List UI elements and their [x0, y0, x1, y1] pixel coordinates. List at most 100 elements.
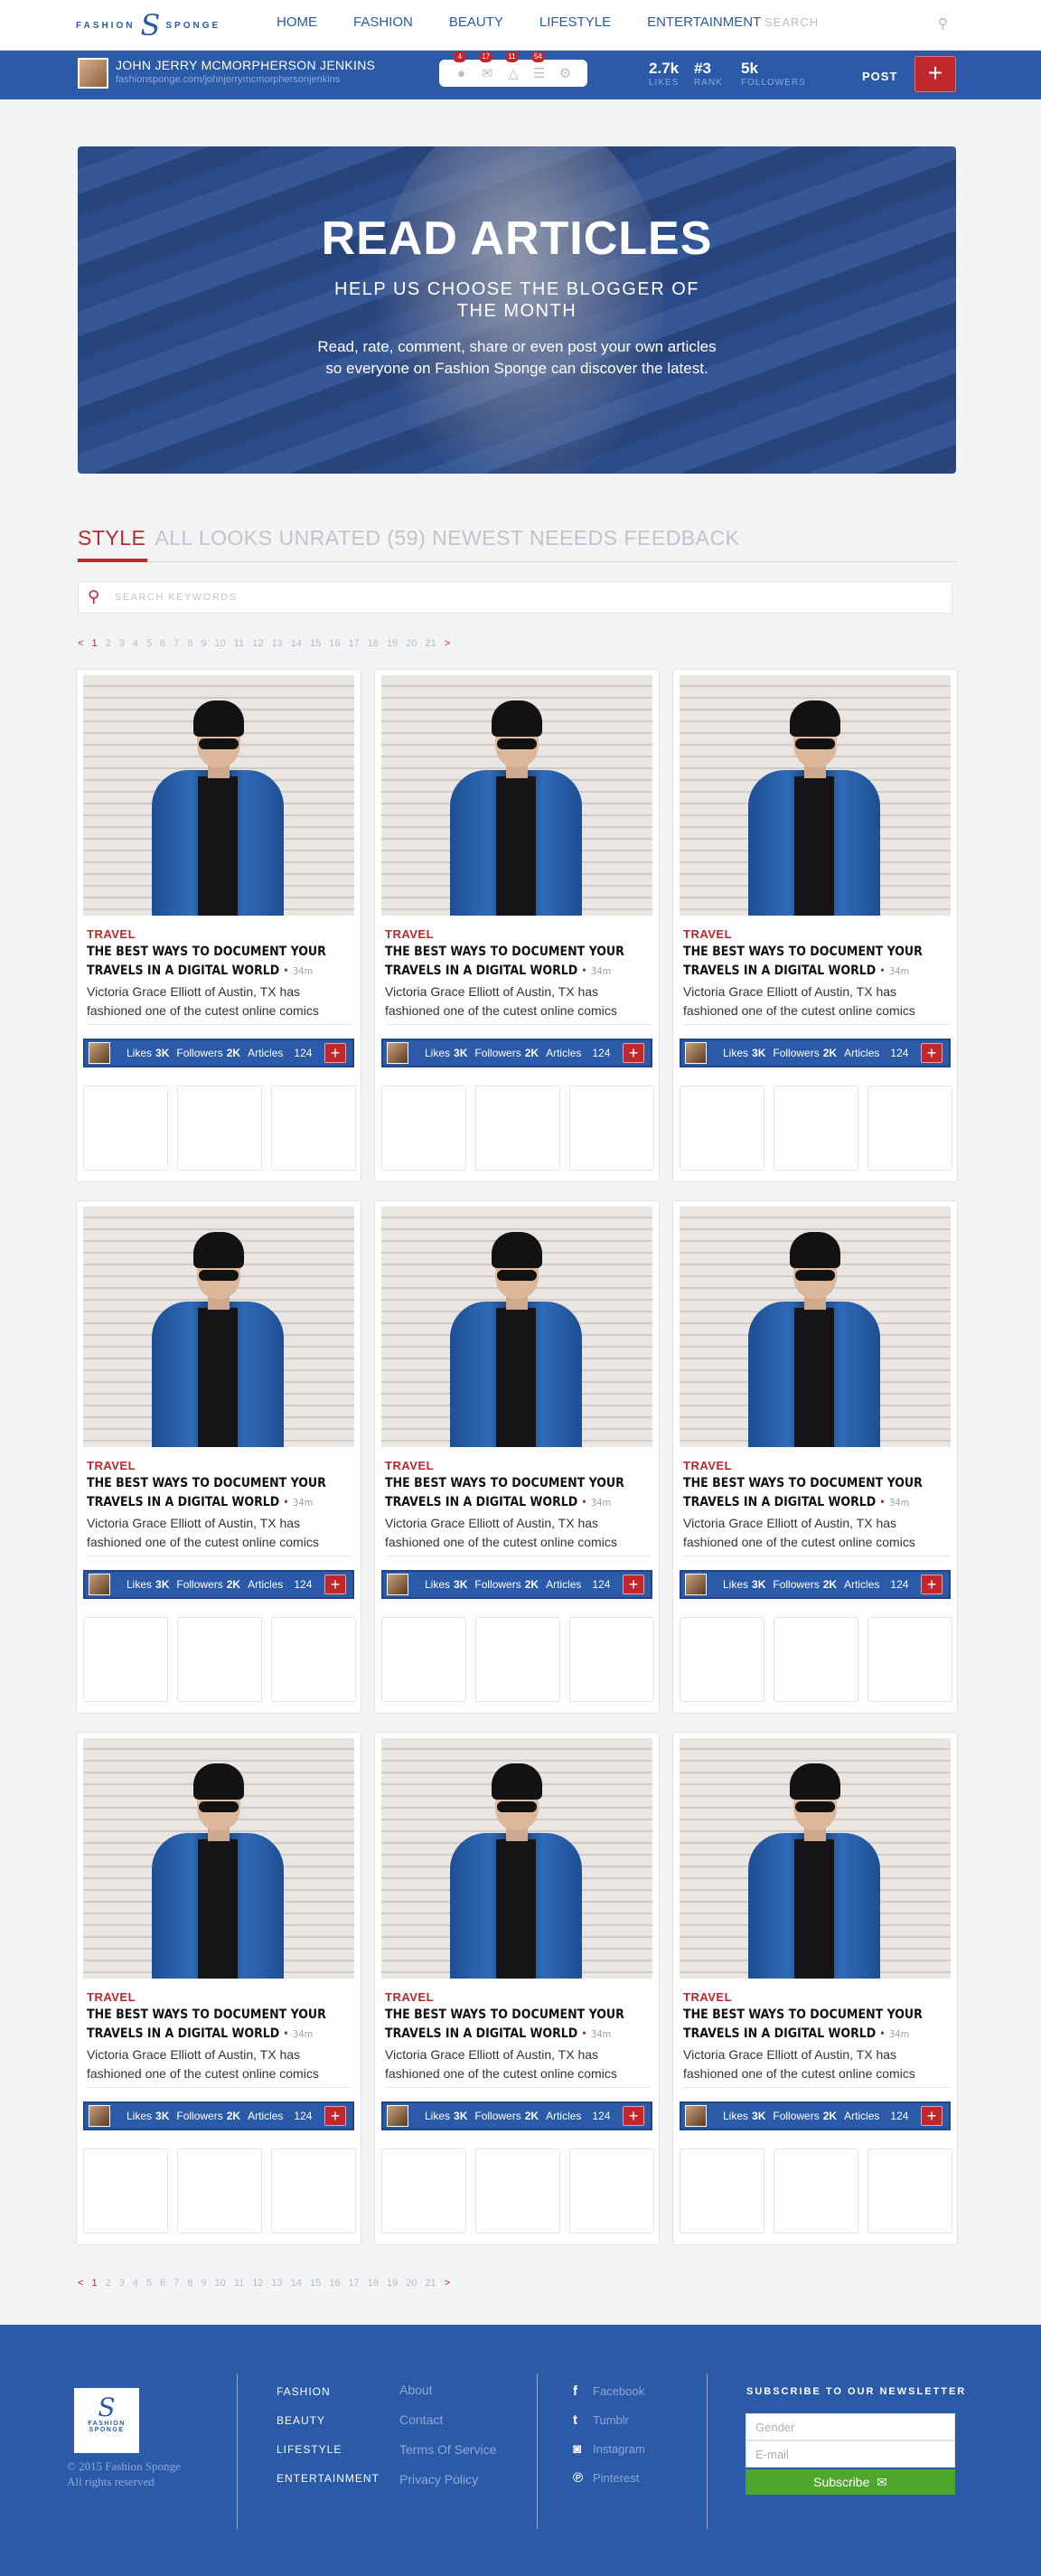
article-photo[interactable] — [83, 1738, 354, 1979]
article-category[interactable]: TRAVEL — [683, 1459, 732, 1472]
article-card[interactable]: TRAVEL THE BEST WAYS TO DOCUMENT YOUR TR… — [76, 669, 361, 1182]
footer-link-about[interactable]: About — [399, 2375, 496, 2405]
article-category[interactable]: TRAVEL — [385, 927, 434, 941]
post-button[interactable]: + — [914, 56, 956, 92]
thumbnail-slot[interactable] — [475, 1086, 560, 1170]
pagination-page[interactable]: 6 — [160, 638, 165, 649]
thumbnail-slot[interactable] — [475, 1617, 560, 1702]
article-title[interactable]: THE BEST WAYS TO DOCUMENT YOUR TRAVELS I… — [385, 2006, 652, 2044]
thumbnail-slot[interactable] — [381, 1617, 466, 1702]
search-icon[interactable]: ⚲ — [88, 588, 99, 606]
article-photo[interactable] — [680, 1207, 951, 1447]
article-category[interactable]: TRAVEL — [87, 1459, 136, 1472]
search-icon[interactable]: ⚲ — [938, 15, 949, 32]
thumbnail-slot[interactable] — [271, 1617, 356, 1702]
nav-lifestyle[interactable]: LIFESTYLE — [539, 14, 611, 30]
pagination-page[interactable]: 6 — [160, 2278, 165, 2289]
article-photo[interactable] — [381, 675, 652, 916]
thumbnail-slot[interactable] — [475, 2148, 560, 2233]
pagination-page[interactable]: 14 — [291, 638, 302, 649]
pagination-page[interactable]: 3 — [119, 638, 125, 649]
pagination-page[interactable]: 1 — [91, 2278, 97, 2289]
article-photo[interactable] — [381, 1207, 652, 1447]
article-category[interactable]: TRAVEL — [385, 1990, 434, 2004]
site-logo[interactable]: FASHION S SPONGE — [76, 9, 220, 42]
article-card[interactable]: TRAVEL THE BEST WAYS TO DOCUMENT YOUR TR… — [672, 1200, 958, 1714]
author-avatar[interactable] — [685, 1574, 707, 1595]
thumbnail-slot[interactable] — [177, 1086, 262, 1170]
article-photo[interactable] — [381, 1738, 652, 1979]
follow-button[interactable]: + — [623, 1575, 644, 1594]
pagination-page[interactable]: 8 — [187, 638, 192, 649]
pagination-page[interactable]: 7 — [174, 2278, 179, 2289]
pagination-page[interactable]: 2 — [106, 638, 111, 649]
author-avatar[interactable] — [89, 2105, 110, 2127]
footer-pinterest[interactable]: ℗ Pinterest — [573, 2464, 645, 2493]
article-title[interactable]: THE BEST WAYS TO DOCUMENT YOUR TRAVELS I… — [385, 943, 652, 981]
author-avatar[interactable] — [685, 1042, 707, 1064]
thumbnail-slot[interactable] — [177, 2148, 262, 2233]
email-field[interactable]: E-mail — [746, 2440, 955, 2468]
nav-home[interactable]: HOME — [277, 14, 317, 30]
author-avatar[interactable] — [387, 2105, 408, 2127]
article-title[interactable]: THE BEST WAYS TO DOCUMENT YOUR TRAVELS I… — [87, 943, 354, 981]
thumbnail-slot[interactable] — [381, 2148, 466, 2233]
pagination-page[interactable]: 10 — [215, 2278, 226, 2289]
follow-button[interactable]: + — [921, 2106, 943, 2126]
gear-icon[interactable]: ⚙ — [558, 65, 574, 81]
footer-facebook[interactable]: f Facebook — [573, 2377, 645, 2406]
pagination-page[interactable]: 19 — [387, 638, 398, 649]
footer-link-entertainment[interactable]: ENTERTAINMENT — [277, 2464, 380, 2493]
pagination-page[interactable]: 20 — [406, 2278, 417, 2289]
article-card[interactable]: TRAVEL THE BEST WAYS TO DOCUMENT YOUR TR… — [374, 669, 660, 1182]
pagination-prev[interactable]: < — [78, 2278, 83, 2289]
author-avatar[interactable] — [89, 1042, 110, 1064]
thumbnail-slot[interactable] — [271, 1086, 356, 1170]
follow-button[interactable]: + — [623, 2106, 644, 2126]
pagination-prev[interactable]: < — [78, 638, 83, 649]
pagination-page[interactable]: 18 — [368, 638, 379, 649]
footer-link-fashion[interactable]: FASHION — [277, 2377, 380, 2406]
thumbnail-slot[interactable] — [868, 2148, 952, 2233]
people-icon[interactable]: △ 11 — [504, 52, 521, 81]
pagination-page[interactable]: 9 — [201, 638, 206, 649]
pagination-page[interactable]: 4 — [133, 2278, 138, 2289]
author-avatar[interactable] — [89, 1574, 110, 1595]
thumbnail-slot[interactable] — [83, 2148, 168, 2233]
pagination-page[interactable]: 11 — [234, 638, 244, 649]
pagination-page[interactable]: 13 — [271, 2278, 282, 2289]
pagination-page[interactable]: 13 — [271, 638, 282, 649]
article-card[interactable]: TRAVEL THE BEST WAYS TO DOCUMENT YOUR TR… — [374, 1732, 660, 2245]
nav-entertainment[interactable]: ENTERTAINMENT — [647, 14, 761, 30]
profile-url[interactable]: fashionsponge.com/johnjerrymcmorphersonj… — [116, 74, 340, 85]
article-category[interactable]: TRAVEL — [385, 1459, 434, 1472]
article-category[interactable]: TRAVEL — [683, 927, 732, 941]
pagination-page[interactable]: 12 — [252, 2278, 263, 2289]
post-label[interactable]: POST — [862, 70, 897, 83]
article-category[interactable]: TRAVEL — [683, 1990, 732, 2004]
article-photo[interactable] — [680, 675, 951, 916]
article-category[interactable]: TRAVEL — [87, 1990, 136, 2004]
pagination-page[interactable]: 17 — [348, 638, 359, 649]
footer-logo[interactable]: S FASHION SPONGE — [74, 2388, 139, 2453]
article-photo[interactable] — [83, 675, 354, 916]
pagination-page[interactable]: 3 — [119, 2278, 125, 2289]
follow-button[interactable]: + — [324, 2106, 346, 2126]
pagination-page[interactable]: 8 — [187, 2278, 192, 2289]
thumbnail-slot[interactable] — [868, 1086, 952, 1170]
pagination-page[interactable]: 1 — [91, 638, 97, 649]
nav-fashion[interactable]: FASHION — [353, 14, 413, 30]
footer-link-lifestyle[interactable]: LIFESTYLE — [277, 2435, 380, 2464]
article-title[interactable]: THE BEST WAYS TO DOCUMENT YOUR TRAVELS I… — [683, 943, 951, 981]
pagination-page[interactable]: 16 — [329, 638, 340, 649]
article-category[interactable]: TRAVEL — [87, 927, 136, 941]
subscribe-button[interactable]: Subscribe ✉ — [746, 2469, 955, 2495]
article-title[interactable]: THE BEST WAYS TO DOCUMENT YOUR TRAVELS I… — [87, 1474, 354, 1512]
article-card[interactable]: TRAVEL THE BEST WAYS TO DOCUMENT YOUR TR… — [76, 1732, 361, 2245]
author-avatar[interactable] — [685, 2105, 707, 2127]
pagination-page[interactable]: 21 — [425, 638, 436, 649]
article-photo[interactable] — [83, 1207, 354, 1447]
thumbnail-slot[interactable] — [569, 1086, 654, 1170]
follow-button[interactable]: + — [324, 1575, 346, 1594]
thumbnail-slot[interactable] — [381, 1086, 466, 1170]
